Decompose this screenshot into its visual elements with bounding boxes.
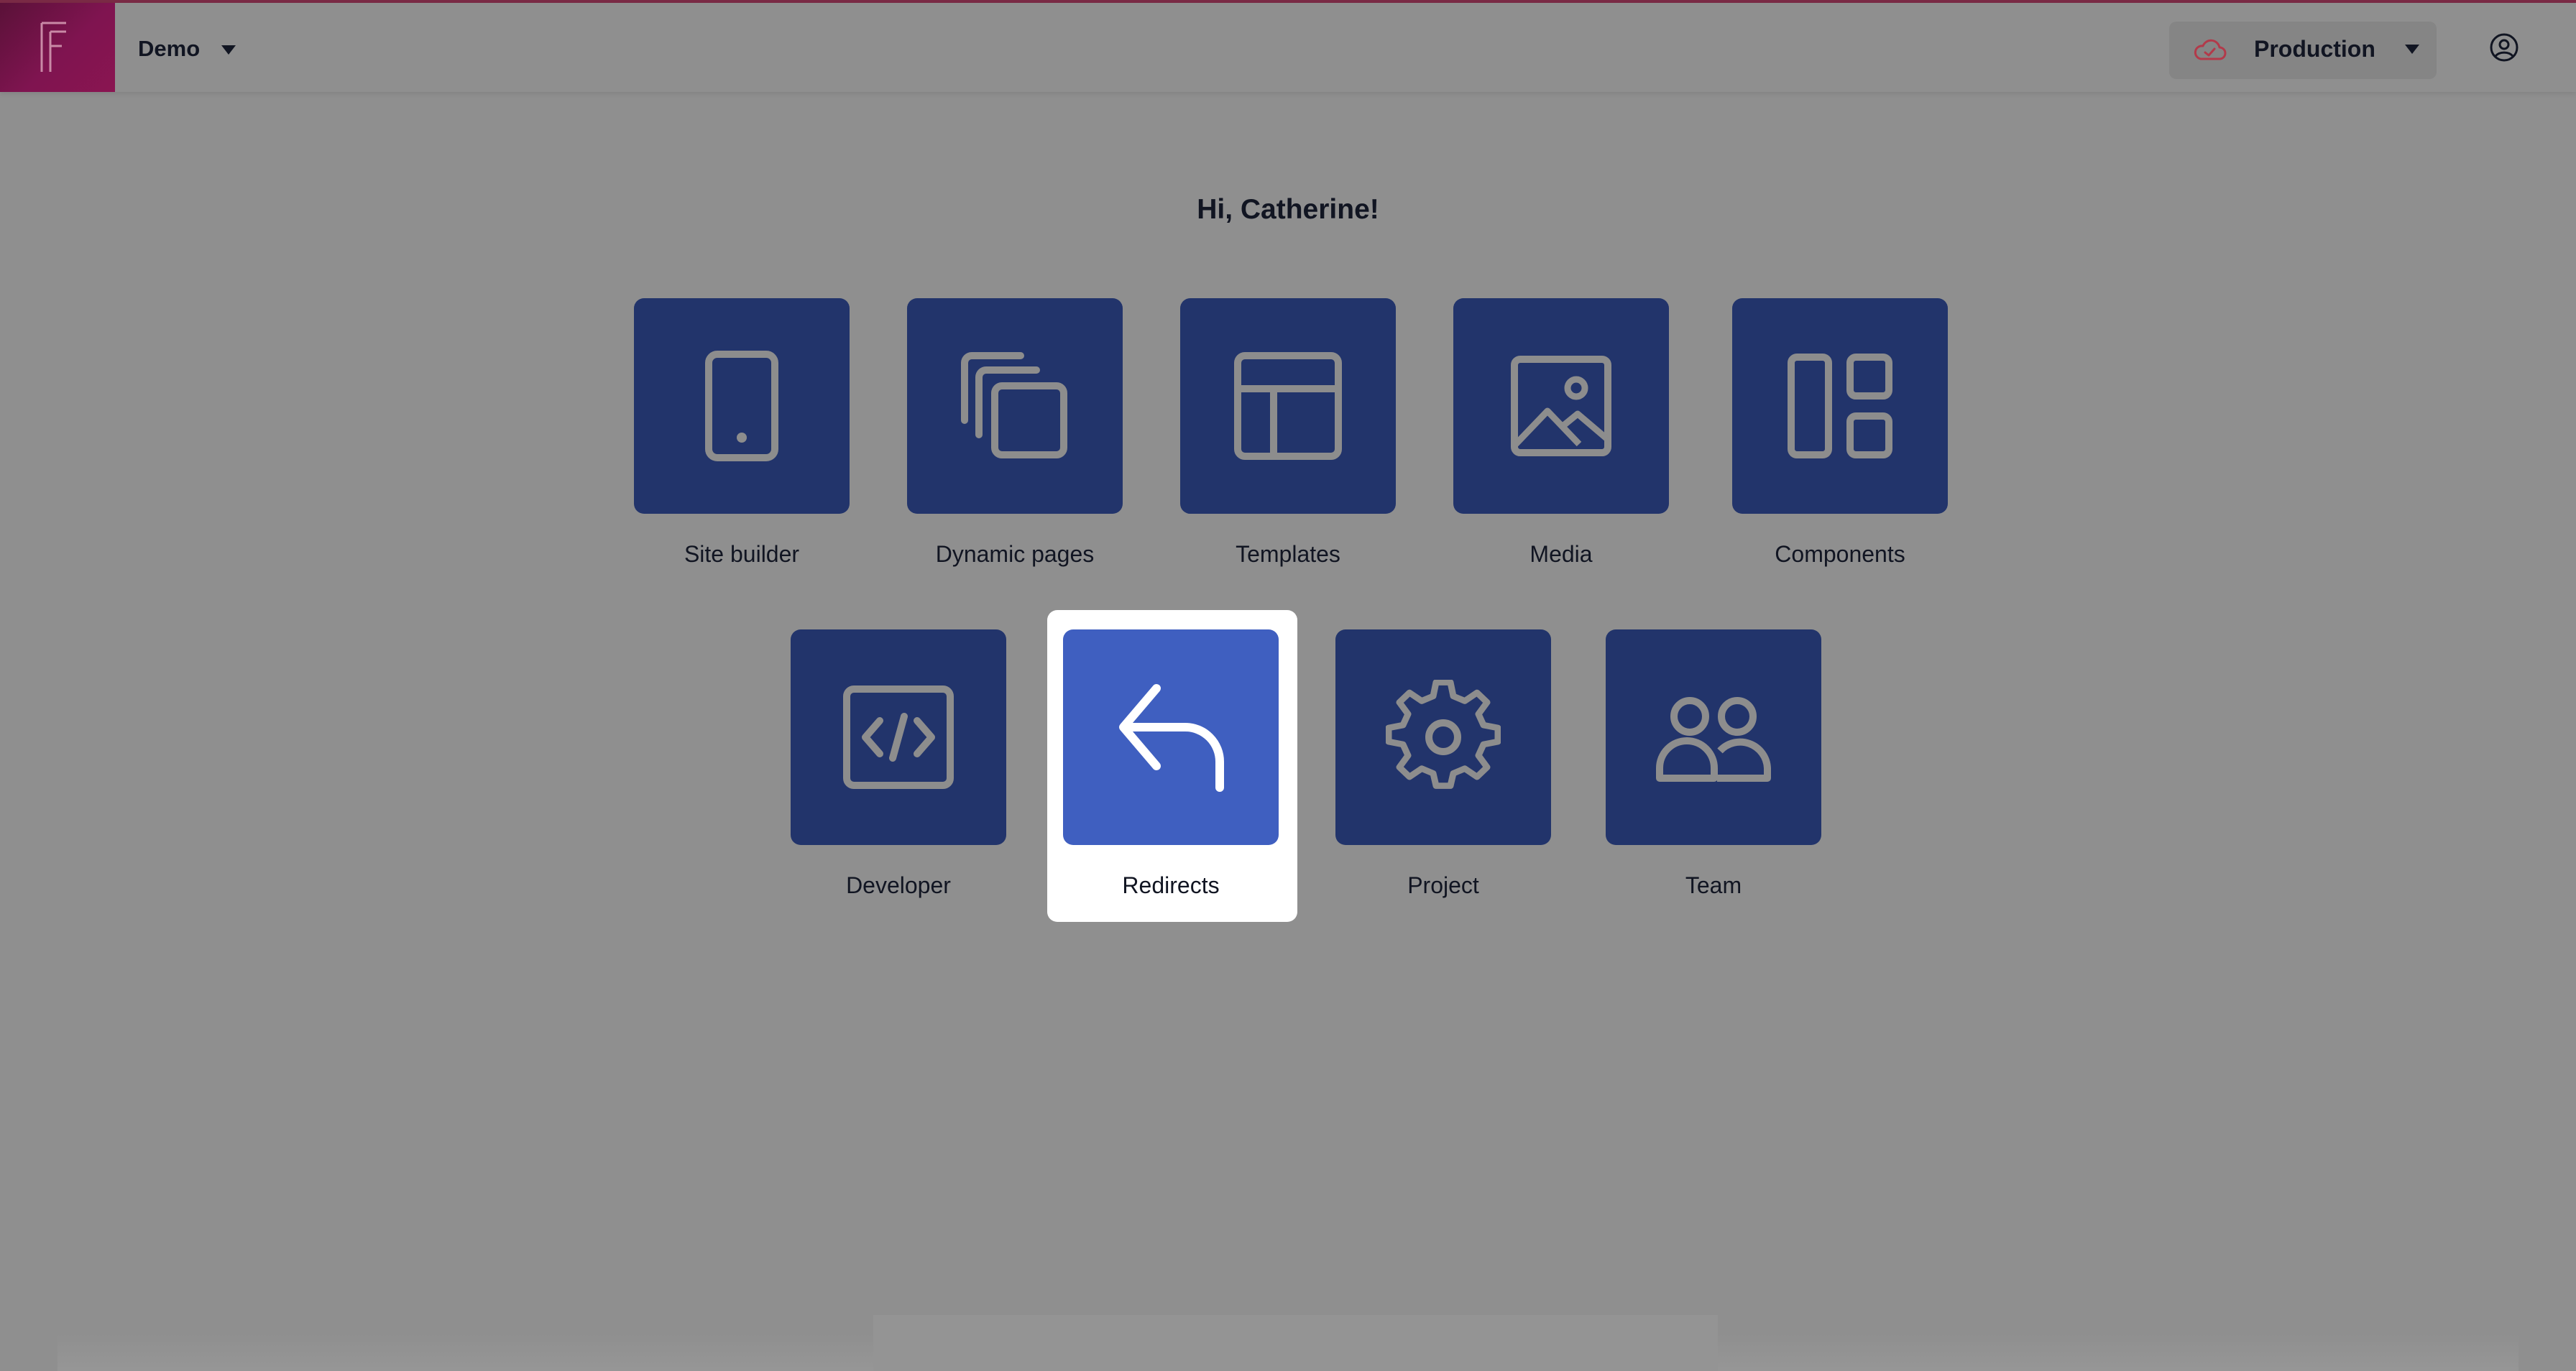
project-name: Demo bbox=[138, 36, 201, 61]
tile-redirects[interactable]: Redirects bbox=[1063, 629, 1279, 899]
tile-developer-box[interactable] bbox=[791, 629, 1006, 845]
environment-label: Production bbox=[2254, 36, 2375, 62]
tile-label: Media bbox=[1530, 541, 1593, 567]
tile-redirects-box[interactable] bbox=[1063, 629, 1279, 845]
top-header: Demo Production bbox=[0, 3, 2576, 92]
tile-label: Redirects bbox=[1122, 872, 1220, 898]
tile-dynamic-pages[interactable]: Dynamic pages bbox=[907, 298, 1123, 568]
tile-media-box[interactable] bbox=[1453, 298, 1669, 514]
tile-label: Components bbox=[1775, 541, 1905, 567]
layout-template-icon bbox=[1234, 352, 1342, 460]
tile-label: Site builder bbox=[684, 541, 800, 567]
tile-media[interactable]: Media bbox=[1453, 298, 1669, 568]
tile-label: Templates bbox=[1236, 541, 1340, 567]
tile-team-box[interactable] bbox=[1606, 629, 1821, 845]
environment-select[interactable]: Production bbox=[2169, 22, 2437, 79]
stacked-pages-icon bbox=[961, 352, 1067, 458]
components-grid-icon bbox=[1788, 354, 1892, 458]
tile-label: Project bbox=[1407, 872, 1479, 898]
tile-project[interactable]: Project bbox=[1335, 629, 1551, 899]
logo-f-icon bbox=[40, 22, 66, 72]
tile-dynamic-pages-box[interactable] bbox=[907, 298, 1123, 514]
redirect-arrow-icon bbox=[1119, 684, 1224, 792]
tile-team[interactable]: Team bbox=[1606, 629, 1821, 899]
tile-site-builder-box[interactable] bbox=[634, 298, 850, 514]
tile-templates-box[interactable] bbox=[1180, 298, 1396, 514]
bottom-panel-edge bbox=[873, 1315, 1718, 1371]
tile-developer[interactable]: Developer bbox=[791, 629, 1006, 899]
tile-project-box[interactable] bbox=[1335, 629, 1551, 845]
code-icon bbox=[843, 686, 954, 789]
team-icon bbox=[1656, 697, 1771, 782]
tile-label: Dynamic pages bbox=[935, 541, 1095, 567]
tile-label: Team bbox=[1685, 872, 1742, 898]
tile-components-box[interactable] bbox=[1732, 298, 1948, 514]
user-circle-icon bbox=[2490, 33, 2518, 62]
cloud-check-icon bbox=[2194, 39, 2227, 60]
app-logo[interactable] bbox=[0, 3, 115, 92]
image-icon bbox=[1511, 356, 1611, 456]
chevron-down-icon bbox=[221, 45, 236, 55]
user-account-button[interactable] bbox=[2488, 32, 2520, 63]
tile-site-builder[interactable]: Site builder bbox=[634, 298, 850, 568]
tile-label: Developer bbox=[846, 872, 951, 898]
project-switcher[interactable]: Demo bbox=[138, 32, 236, 66]
tile-templates[interactable]: Templates bbox=[1180, 298, 1396, 568]
gear-icon bbox=[1386, 680, 1501, 789]
greeting-heading: Hi, Catherine! bbox=[1197, 194, 1379, 225]
tablet-icon bbox=[705, 351, 778, 461]
tile-components[interactable]: Components bbox=[1732, 298, 1948, 568]
chevron-down-icon bbox=[2405, 45, 2419, 54]
